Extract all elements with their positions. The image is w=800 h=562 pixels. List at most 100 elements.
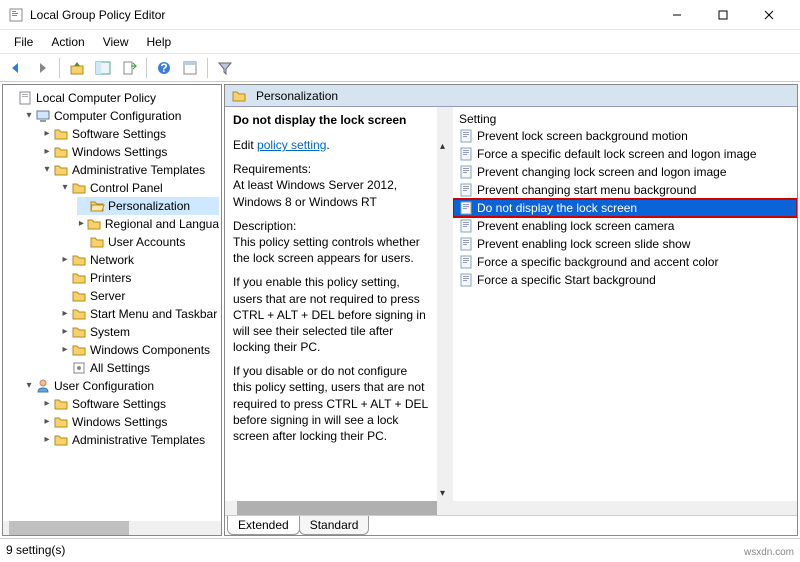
- collapse-icon[interactable]: ▾: [41, 161, 53, 179]
- toolbar-separator: [59, 58, 60, 78]
- computer-icon: [35, 108, 51, 124]
- policy-item-icon: [459, 237, 473, 251]
- setting-row[interactable]: Force a specific background and accent c…: [453, 253, 797, 271]
- folder-icon: [53, 144, 69, 160]
- status-text: 9 setting(s): [6, 543, 65, 557]
- chevron-up-icon[interactable]: ▴: [440, 141, 445, 152]
- edit-policy-link[interactable]: policy setting: [257, 138, 326, 152]
- expand-icon[interactable]: ▸: [41, 431, 53, 449]
- tree-regional[interactable]: ▸ Regional and Langua: [77, 215, 219, 233]
- policy-item-icon: [459, 273, 473, 287]
- tree-computer-config[interactable]: ▾ Computer Configuration: [23, 107, 219, 125]
- expand-icon[interactable]: ▸: [59, 251, 71, 269]
- window-title: Local Group Policy Editor: [30, 8, 654, 22]
- chevron-down-icon[interactable]: ▾: [440, 488, 445, 499]
- setting-row[interactable]: Prevent changing start menu background: [453, 181, 797, 199]
- tree-pane: Local Computer Policy ▾ Computer Configu…: [2, 84, 222, 536]
- tree-network[interactable]: ▸Network: [59, 251, 219, 269]
- tree-label: Local Computer Policy: [36, 89, 156, 107]
- vertical-scrollbar[interactable]: ▴ ▾: [437, 107, 453, 501]
- tree-control-panel[interactable]: ▾Control Panel: [59, 179, 219, 197]
- tree-admin-templates[interactable]: ▾Administrative Templates: [41, 161, 219, 179]
- tab-extended[interactable]: Extended: [227, 516, 300, 535]
- description-text-2: If you enable this policy setting, users…: [233, 274, 429, 355]
- setting-label: Prevent lock screen background motion: [477, 129, 688, 143]
- tree-personalization[interactable]: Personalization: [77, 197, 219, 215]
- policy-item-icon: [459, 165, 473, 179]
- breadcrumb: Personalization: [225, 85, 797, 107]
- policy-item-icon: [459, 183, 473, 197]
- expand-icon[interactable]: ▸: [77, 215, 86, 233]
- properties-button[interactable]: [178, 57, 202, 79]
- export-button[interactable]: [117, 57, 141, 79]
- tree-windows-settings[interactable]: ▸Windows Settings: [41, 143, 219, 161]
- tree-printers[interactable]: Printers: [59, 269, 219, 287]
- maximize-button[interactable]: [700, 0, 746, 30]
- tree-server[interactable]: Server: [59, 287, 219, 305]
- back-button[interactable]: [4, 57, 28, 79]
- filter-button[interactable]: [213, 57, 237, 79]
- scrollbar-thumb[interactable]: [237, 501, 437, 515]
- expand-icon[interactable]: ▸: [41, 143, 53, 161]
- view-tabs: Extended Standard: [225, 515, 797, 535]
- menu-bar: File Action View Help: [0, 30, 800, 54]
- expand-icon[interactable]: ▸: [59, 323, 71, 341]
- policy-tree[interactable]: Local Computer Policy ▾ Computer Configu…: [3, 85, 221, 521]
- setting-row[interactable]: Force a specific Start background: [453, 271, 797, 289]
- settings-list-wrap: ▴ ▾ Setting Prevent lock screen backgrou…: [437, 107, 797, 501]
- expand-icon[interactable]: ▸: [59, 305, 71, 323]
- collapse-icon[interactable]: ▾: [59, 179, 71, 197]
- folder-icon: [53, 396, 69, 412]
- tree-u-admin[interactable]: ▸Administrative Templates: [41, 431, 219, 449]
- setting-label: Do not display the lock screen: [477, 201, 637, 215]
- settings-list[interactable]: Setting Prevent lock screen background m…: [453, 107, 797, 501]
- folder-open-icon: [89, 198, 105, 214]
- title-bar: Local Group Policy Editor: [0, 0, 800, 30]
- setting-row[interactable]: Prevent changing lock screen and logon i…: [453, 163, 797, 181]
- tree-label: Personalization: [108, 197, 190, 215]
- setting-label: Prevent changing lock screen and logon i…: [477, 165, 727, 179]
- help-button[interactable]: ?: [152, 57, 176, 79]
- minimize-button[interactable]: [654, 0, 700, 30]
- tree-all-settings[interactable]: All Settings: [59, 359, 219, 377]
- tree-win-components[interactable]: ▸Windows Components: [59, 341, 219, 359]
- menu-action[interactable]: Action: [43, 33, 92, 51]
- expand-icon[interactable]: ▸: [59, 341, 71, 359]
- close-button[interactable]: [746, 0, 792, 30]
- setting-row[interactable]: Force a specific default lock screen and…: [453, 145, 797, 163]
- show-tree-button[interactable]: [91, 57, 115, 79]
- scrollbar-thumb[interactable]: [9, 521, 129, 535]
- tree-system[interactable]: ▸System: [59, 323, 219, 341]
- tree-root[interactable]: Local Computer Policy: [5, 89, 219, 107]
- policy-item-icon: [459, 255, 473, 269]
- tree-label: Regional and Langua: [105, 215, 219, 233]
- up-button[interactable]: [65, 57, 89, 79]
- column-header-setting[interactable]: Setting: [453, 107, 797, 127]
- tree-u-software[interactable]: ▸Software Settings: [41, 395, 219, 413]
- setting-label: Prevent enabling lock screen camera: [477, 219, 674, 233]
- tab-standard[interactable]: Standard: [299, 516, 370, 535]
- expand-icon[interactable]: ▸: [41, 125, 53, 143]
- menu-help[interactable]: Help: [139, 33, 180, 51]
- tree-user-config[interactable]: ▾ User Configuration: [23, 377, 219, 395]
- tree-horizontal-scrollbar[interactable]: [3, 521, 221, 535]
- setting-row[interactable]: Prevent enabling lock screen camera: [453, 217, 797, 235]
- forward-button[interactable]: [30, 57, 54, 79]
- expand-icon[interactable]: ▸: [41, 395, 53, 413]
- setting-row[interactable]: Prevent lock screen background motion: [453, 127, 797, 145]
- description-panel: Do not display the lock screen Edit poli…: [225, 107, 437, 501]
- menu-file[interactable]: File: [6, 33, 41, 51]
- list-horizontal-scrollbar[interactable]: [225, 501, 797, 515]
- tree-start-taskbar[interactable]: ▸Start Menu and Taskbar: [59, 305, 219, 323]
- collapse-icon[interactable]: ▾: [23, 377, 35, 395]
- setting-row[interactable]: Do not display the lock screen: [453, 199, 797, 217]
- tree-u-windows[interactable]: ▸Windows Settings: [41, 413, 219, 431]
- expand-icon[interactable]: ▸: [41, 413, 53, 431]
- tree-label: User Configuration: [54, 377, 154, 395]
- tree-software-settings[interactable]: ▸Software Settings: [41, 125, 219, 143]
- setting-row[interactable]: Prevent enabling lock screen slide show: [453, 235, 797, 253]
- collapse-icon[interactable]: ▾: [23, 107, 35, 125]
- tree-label: Computer Configuration: [54, 107, 181, 125]
- tree-user-accounts[interactable]: User Accounts: [77, 233, 219, 251]
- menu-view[interactable]: View: [95, 33, 137, 51]
